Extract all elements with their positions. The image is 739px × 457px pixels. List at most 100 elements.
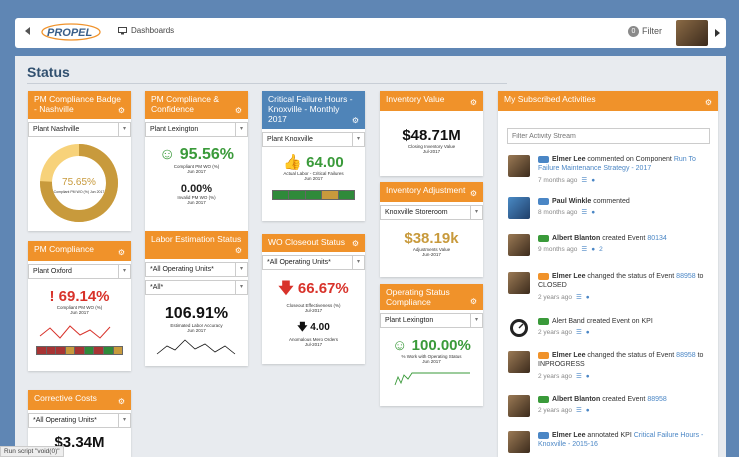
comment-bubble-icon[interactable]: ● <box>586 329 590 336</box>
filter-select[interactable]: *All* ▾ <box>145 280 248 295</box>
list-icon[interactable]: ☰ <box>581 246 587 253</box>
activity-user[interactable]: Elmer Lee <box>552 156 585 163</box>
avatar <box>508 431 530 453</box>
caret-icon: ▾ <box>352 133 364 146</box>
gear-icon[interactable]: ⚙ <box>235 246 242 255</box>
operating-unit-value: *All Operating Units* <box>150 266 214 273</box>
activity-time: 2 years ago <box>538 329 572 337</box>
propel-logo[interactable]: PROPEL <box>41 23 101 41</box>
kpi-sub-2-date: Jun 2017 <box>187 200 206 206</box>
gear-icon[interactable]: ⚙ <box>352 116 359 125</box>
kpi-value-text: 66.67% <box>297 280 349 297</box>
kpi-sub-date: Jun-2017 <box>422 252 441 258</box>
plant-select[interactable]: Plant Knoxville ▾ <box>262 132 365 147</box>
activity-text: Elmer Lee changed the status of Event 88… <box>538 272 710 303</box>
comment-bubble-icon[interactable]: ● <box>591 209 595 216</box>
comment-bubble-icon[interactable]: ● <box>591 177 595 184</box>
plant-select-value: Plant Knoxville <box>267 136 313 143</box>
gear-icon[interactable]: ⚙ <box>118 248 125 257</box>
kpi-value-2: 0.00% <box>180 182 213 195</box>
card-header: Operating Status Compliance ⚙ <box>380 284 483 310</box>
activity-meta: 7 months ago ☰ ● <box>538 177 710 186</box>
plant-select[interactable]: Plant Oxford ▾ <box>28 264 131 279</box>
list-icon[interactable]: ☰ <box>576 294 582 301</box>
activity-user[interactable]: Albert Blanton <box>552 235 600 242</box>
activity-user[interactable]: Elmer Lee <box>552 432 585 439</box>
card-header: Inventory Adjustment ⚙ <box>380 182 483 202</box>
activity-action: commented <box>593 198 630 205</box>
comment-bubble-icon[interactable]: ● <box>586 294 590 301</box>
activity-user[interactable]: Albert Blanton <box>552 396 600 403</box>
comment-bubble-icon[interactable]: ● <box>586 407 590 414</box>
event-icon <box>538 395 549 403</box>
card-header: Critical Failure Hours - Knoxville - Mon… <box>262 91 365 129</box>
kpi-sub-date: Jul-2017 <box>422 149 441 155</box>
operating-unit-select[interactable]: *All Operating Units* ▾ <box>145 262 248 277</box>
forward-arrow-icon[interactable] <box>715 29 720 37</box>
status-bar-text: Run script "void(0)" <box>0 446 64 457</box>
activity-action: Alert Band created Event on KPI <box>552 318 653 325</box>
activity-time: 9 months ago <box>538 246 578 254</box>
comment-count: 2 <box>599 246 603 254</box>
nav-dashboards-link[interactable]: Dashboards <box>118 26 174 35</box>
activity-link[interactable]: 88958 <box>676 273 695 280</box>
activity-user[interactable]: Elmer Lee <box>552 273 585 280</box>
caret-icon: ▾ <box>235 123 247 136</box>
storeroom-select[interactable]: Knoxville Storeroom ▾ <box>380 205 483 220</box>
activity-time: 7 months ago <box>538 176 578 184</box>
activity-link[interactable]: 80134 <box>647 235 666 242</box>
gear-icon[interactable]: ⚙ <box>470 297 477 306</box>
kpi-sub-date: Jun 2017 <box>187 169 206 175</box>
card-title: PM Compliance <box>34 244 94 254</box>
activity-time: 2 years ago <box>538 407 572 415</box>
plant-select-value: Plant Lexington <box>385 317 434 324</box>
back-arrow-icon[interactable] <box>25 27 30 35</box>
card-title: PM Compliance & Confidence <box>151 94 220 114</box>
gear-icon[interactable]: ⚙ <box>352 239 359 248</box>
plant-select[interactable]: Plant Lexington ▾ <box>145 122 248 137</box>
user-avatar[interactable] <box>676 20 708 46</box>
kpi-value: 🡇 66.67% <box>262 278 365 303</box>
gear-icon[interactable]: ⚙ <box>470 189 477 198</box>
activity-link[interactable]: 88958 <box>676 352 695 359</box>
activity-user[interactable]: Paul Winkle <box>552 198 591 205</box>
card-labor-estimation: Labor Estimation Status ⚙ *All Operating … <box>145 231 248 366</box>
activity-user[interactable]: Elmer Lee <box>552 352 585 359</box>
list-icon[interactable]: ☰ <box>581 209 587 216</box>
gear-icon[interactable]: ⚙ <box>705 98 712 107</box>
activity-filter-input[interactable] <box>507 128 710 144</box>
dashboard-content: Status PM Compliance Badge - Nashville ⚙ … <box>15 56 726 457</box>
list-icon[interactable]: ☰ <box>581 177 587 184</box>
kpi-value-text: 95.56% <box>179 146 235 163</box>
filter-button[interactable]: 0 Filter <box>628 26 662 38</box>
activity-link[interactable]: 88958 <box>647 396 666 403</box>
status-bar-strip <box>272 189 355 200</box>
activity-text: Elmer Lee changed the status of Event 88… <box>538 351 710 382</box>
gear-icon[interactable]: ⚙ <box>470 98 477 107</box>
list-icon[interactable]: ☰ <box>576 407 582 414</box>
caret-icon: ▾ <box>235 281 247 294</box>
comment-bubble-icon[interactable]: ● <box>591 246 595 253</box>
caret-icon: ▾ <box>118 123 130 136</box>
card-title: Inventory Adjustment <box>386 185 466 195</box>
gear-icon[interactable]: ⚙ <box>118 106 125 115</box>
kpi-value-2-text: 4.00 <box>310 321 330 333</box>
operating-unit-select[interactable]: *All Operating Units* ▾ <box>28 413 131 428</box>
top-navbar: PROPEL Dashboards 0 Filter <box>15 18 726 48</box>
operating-unit-select[interactable]: *All Operating Units* ▾ <box>262 255 365 270</box>
caret-icon: ▾ <box>470 314 482 327</box>
list-icon[interactable]: ☰ <box>576 373 582 380</box>
comment-bubble-icon[interactable]: ● <box>586 373 590 380</box>
plant-select[interactable]: Plant Nashville ▾ <box>28 122 131 137</box>
gear-icon[interactable]: ⚙ <box>235 106 242 115</box>
plant-select[interactable]: Plant Lexington ▾ <box>380 313 483 328</box>
list-icon[interactable]: ☰ <box>576 329 582 336</box>
kpi-sub-date: Jun 2017 <box>304 176 323 182</box>
avatar <box>508 395 530 417</box>
gear-icon[interactable]: ⚙ <box>118 397 125 406</box>
activity-meta: 2 years ago ☰ ● <box>538 294 710 303</box>
activity-meta: 9 months ago ☰ ● 2 <box>538 246 710 255</box>
card-title: Inventory Value <box>386 94 445 104</box>
activity-text: Elmer Lee annotated KPI Critical Failure… <box>538 431 710 450</box>
activity-time: 2 years ago <box>538 293 572 301</box>
